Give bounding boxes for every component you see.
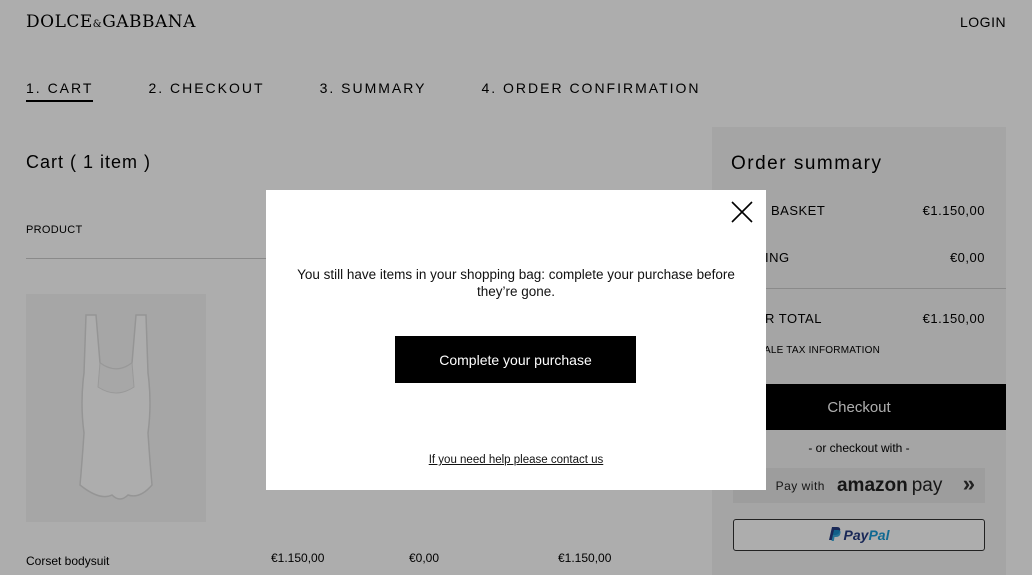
modal-message: You still have items in your shopping ba… [297,267,735,299]
contact-us-link[interactable]: If you need help please contact us [266,454,766,466]
close-icon[interactable] [730,200,754,224]
complete-purchase-button[interactable]: Complete your purchase [395,336,636,383]
reminder-modal: You still have items in your shopping ba… [266,190,766,490]
page: DOLCE&GABBANA LOGIN 1. CART 2. CHECKOUT … [0,0,1032,575]
